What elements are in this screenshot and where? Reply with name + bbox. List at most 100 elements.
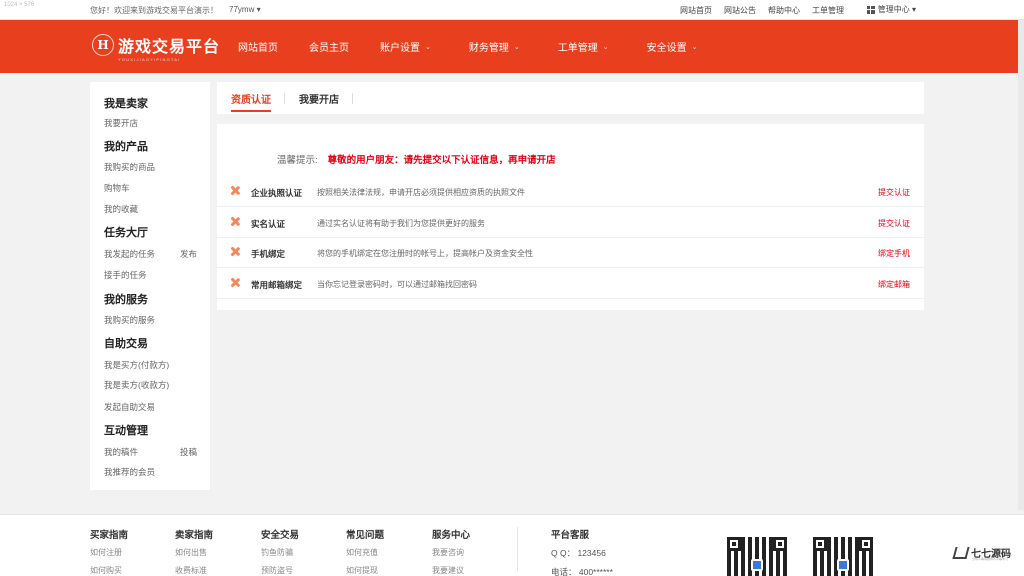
footer-link[interactable]: 如何充值 [346, 547, 384, 558]
customer-service: 平台客服 Q Q： 123456 电话： 400****** [551, 527, 613, 576]
logo-title: 游戏交易平台 [118, 37, 221, 56]
footer-col-title: 安全交易 [261, 530, 300, 541]
footer-link[interactable]: 收费标准 [175, 565, 213, 576]
verification-row-email: 常用邮箱绑定 当你忘记登录密码时，可以通过邮箱找回密码 绑定邮箱 [217, 269, 924, 299]
verification-name: 企业执照认证 [251, 188, 303, 198]
corner-size-text: 1024 × 576 [4, 2, 35, 8]
verification-panel: 温馨提示: 尊敬的用户朋友：请先提交以下认证信息，再申请开店 企业执照认证 按照相… [217, 124, 924, 310]
sidebar-item-bought-services[interactable]: 我购买的服务 [104, 314, 155, 326]
service-qq: Q Q： 123456 [551, 548, 606, 558]
footer-col-seller: 卖家指南 如何出售 收费标准 [175, 527, 213, 576]
top-link-help[interactable]: 帮助中心 [768, 5, 800, 16]
sidebar-item-purchased[interactable]: 我购买的商品 [104, 161, 155, 173]
username-dropdown[interactable]: 77ymw ▾ [229, 5, 261, 14]
footer-link[interactable]: 如何出售 [175, 547, 213, 558]
verification-action[interactable]: 绑定手机 [878, 248, 910, 259]
verification-row-realname: 实名认证 通过实名认证将有助于我们为您提供更好的服务 提交认证 [217, 208, 924, 238]
nav-tickets[interactable]: 工单管理 ⌄ [558, 39, 609, 54]
footer-col-title: 卖家指南 [175, 530, 214, 541]
close-icon [230, 186, 239, 195]
nav-home[interactable]: 网站首页 [238, 39, 278, 54]
nav-finance[interactable]: 财务管理 ⌄ [469, 39, 520, 54]
manage-center-menu[interactable]: 管理中心 ▾ [866, 4, 916, 15]
verification-name: 实名认证 [251, 219, 286, 229]
main-header: H 游戏交易平台 YOUXIJIAOYIPINGTAI 网站首页 会员主页 账户… [0, 20, 1024, 73]
verification-row-license: 企业执照认证 按照相关法律法规，申请开店必须提供相应资质的执照文件 提交认证 [217, 177, 924, 207]
sidebar-item-seller[interactable]: 我是卖方(收款方) [104, 379, 169, 391]
footer-col-title: 服务中心 [432, 530, 471, 541]
tab-divider [284, 93, 285, 104]
tab-open-shop[interactable]: 我要开店 [299, 91, 339, 106]
sidebar-item-submit[interactable]: 投稿 [180, 446, 197, 458]
nav-member-home[interactable]: 会员主页 [309, 39, 349, 54]
close-icon [230, 217, 239, 226]
sidebar-item-buyer[interactable]: 我是买方(付款方) [104, 359, 169, 371]
sidebar-item-manuscripts[interactable]: 我的稿件 [104, 446, 138, 458]
verification-name: 手机绑定 [251, 249, 286, 259]
brand-watermark: 七七源码 分享不等待搜寻不平等学习 [952, 545, 1011, 561]
nav-account-settings[interactable]: 账户设置 ⌄ [380, 39, 431, 54]
verification-row-phone: 手机绑定 将您的手机绑定在您注册时的帐号上，提高帐户及资金安全性 绑定手机 [217, 238, 924, 268]
brand-tagline: 分享不等待搜寻不平等学习 [972, 557, 1009, 561]
qr-code-icon [727, 537, 787, 576]
sidebar-item-open-shop[interactable]: 我要开店 [104, 117, 138, 129]
verification-action[interactable]: 提交认证 [878, 187, 910, 198]
site-logo[interactable]: H 游戏交易平台 YOUXIJIAOYIPINGTAI [92, 33, 221, 62]
footer-link[interactable]: 钓鱼防骗 [261, 547, 299, 558]
footer-col-title: 买家指南 [90, 530, 129, 541]
sidebar-item-my-tasks[interactable]: 我发起的任务 [104, 248, 155, 260]
sidebar-item-favorites[interactable]: 我的收藏 [104, 203, 138, 215]
verification-desc: 按照相关法律法规，申请开店必须提供相应资质的执照文件 [317, 188, 525, 197]
top-link-tickets[interactable]: 工单管理 [812, 5, 844, 16]
sidebar-item-publish[interactable]: 发布 [180, 248, 197, 260]
service-title: 平台客服 [551, 530, 590, 541]
close-icon [230, 278, 239, 287]
sidebar-item-accepted-tasks[interactable]: 接手的任务 [104, 269, 147, 281]
footer-link[interactable]: 我要咨询 [432, 547, 470, 558]
footer-link[interactable]: 预防盗号 [261, 565, 299, 576]
qr-finder [773, 537, 787, 551]
main-nav: 网站首页 会员主页 账户设置 ⌄ 财务管理 ⌄ 工单管理 ⌄ 安全设置 ⌄ [238, 20, 698, 73]
manage-center-label: 管理中心 ▾ [877, 5, 916, 14]
logo-mark-icon: H [92, 34, 114, 56]
chevron-down-icon: ⌄ [691, 43, 698, 51]
top-link-notice[interactable]: 网站公告 [724, 5, 756, 16]
sidebar-group-self-trade: 自助交易 [104, 338, 148, 350]
tab-qualification[interactable]: 资质认证 [231, 91, 271, 112]
verification-action[interactable]: 提交认证 [878, 218, 910, 229]
service-phone: 电话： 400****** [551, 567, 613, 576]
sidebar-group-products: 我的产品 [104, 141, 148, 153]
sidebar-item-referrals[interactable]: 我推荐的会员 [104, 466, 155, 478]
top-bar: 1024 × 576 您好！欢迎来到游戏交易平台演示！ 77ymw ▾ 网站首页… [0, 0, 1024, 20]
sidebar-group-services: 我的服务 [104, 294, 148, 306]
footer-link[interactable]: 如何购买 [90, 565, 128, 576]
sidebar-item-start-trade[interactable]: 发起自助交易 [104, 401, 155, 413]
brand-logo-icon [952, 546, 970, 559]
footer-col-service: 服务中心 我要咨询 我要建议 [432, 527, 470, 576]
tab-bar: 资质认证 我要开店 [217, 82, 924, 114]
logo-subtitle: YOUXIJIAOYIPINGTAI [118, 57, 181, 62]
qr-finder [813, 537, 827, 551]
footer-link[interactable]: 如何提现 [346, 565, 384, 576]
nav-security[interactable]: 安全设置 ⌄ [647, 39, 698, 54]
qr-finder [859, 537, 873, 551]
tip-label: 温馨提示: [277, 155, 318, 166]
tip-message: 尊敬的用户朋友：请先提交以下认证信息，再申请开店 [327, 155, 556, 166]
verification-action[interactable]: 绑定邮箱 [878, 279, 910, 290]
footer-link[interactable]: 如何注册 [90, 547, 128, 558]
scrollbar[interactable] [1018, 20, 1024, 510]
grid-icon [866, 5, 875, 14]
footer-col-title: 常见问题 [346, 530, 385, 541]
sidebar-item-cart[interactable]: 购物车 [104, 182, 130, 194]
tab-divider [352, 93, 353, 104]
qr-code-icon [813, 537, 873, 576]
verification-desc: 将您的手机绑定在您注册时的帐号上，提高帐户及资金安全性 [317, 249, 533, 258]
top-link-home[interactable]: 网站首页 [680, 5, 712, 16]
qr-center-logo-icon [837, 559, 849, 571]
footer-link[interactable]: 我要建议 [432, 565, 470, 576]
qr-center-logo-icon [751, 559, 763, 571]
verification-desc: 当你忘记登录密码时，可以通过邮箱找回密码 [317, 280, 477, 289]
footer-col-buyer: 买家指南 如何注册 如何购买 [90, 527, 128, 576]
qr-finder [727, 537, 741, 551]
welcome-text: 您好！欢迎来到游戏交易平台演示！ [90, 6, 218, 15]
